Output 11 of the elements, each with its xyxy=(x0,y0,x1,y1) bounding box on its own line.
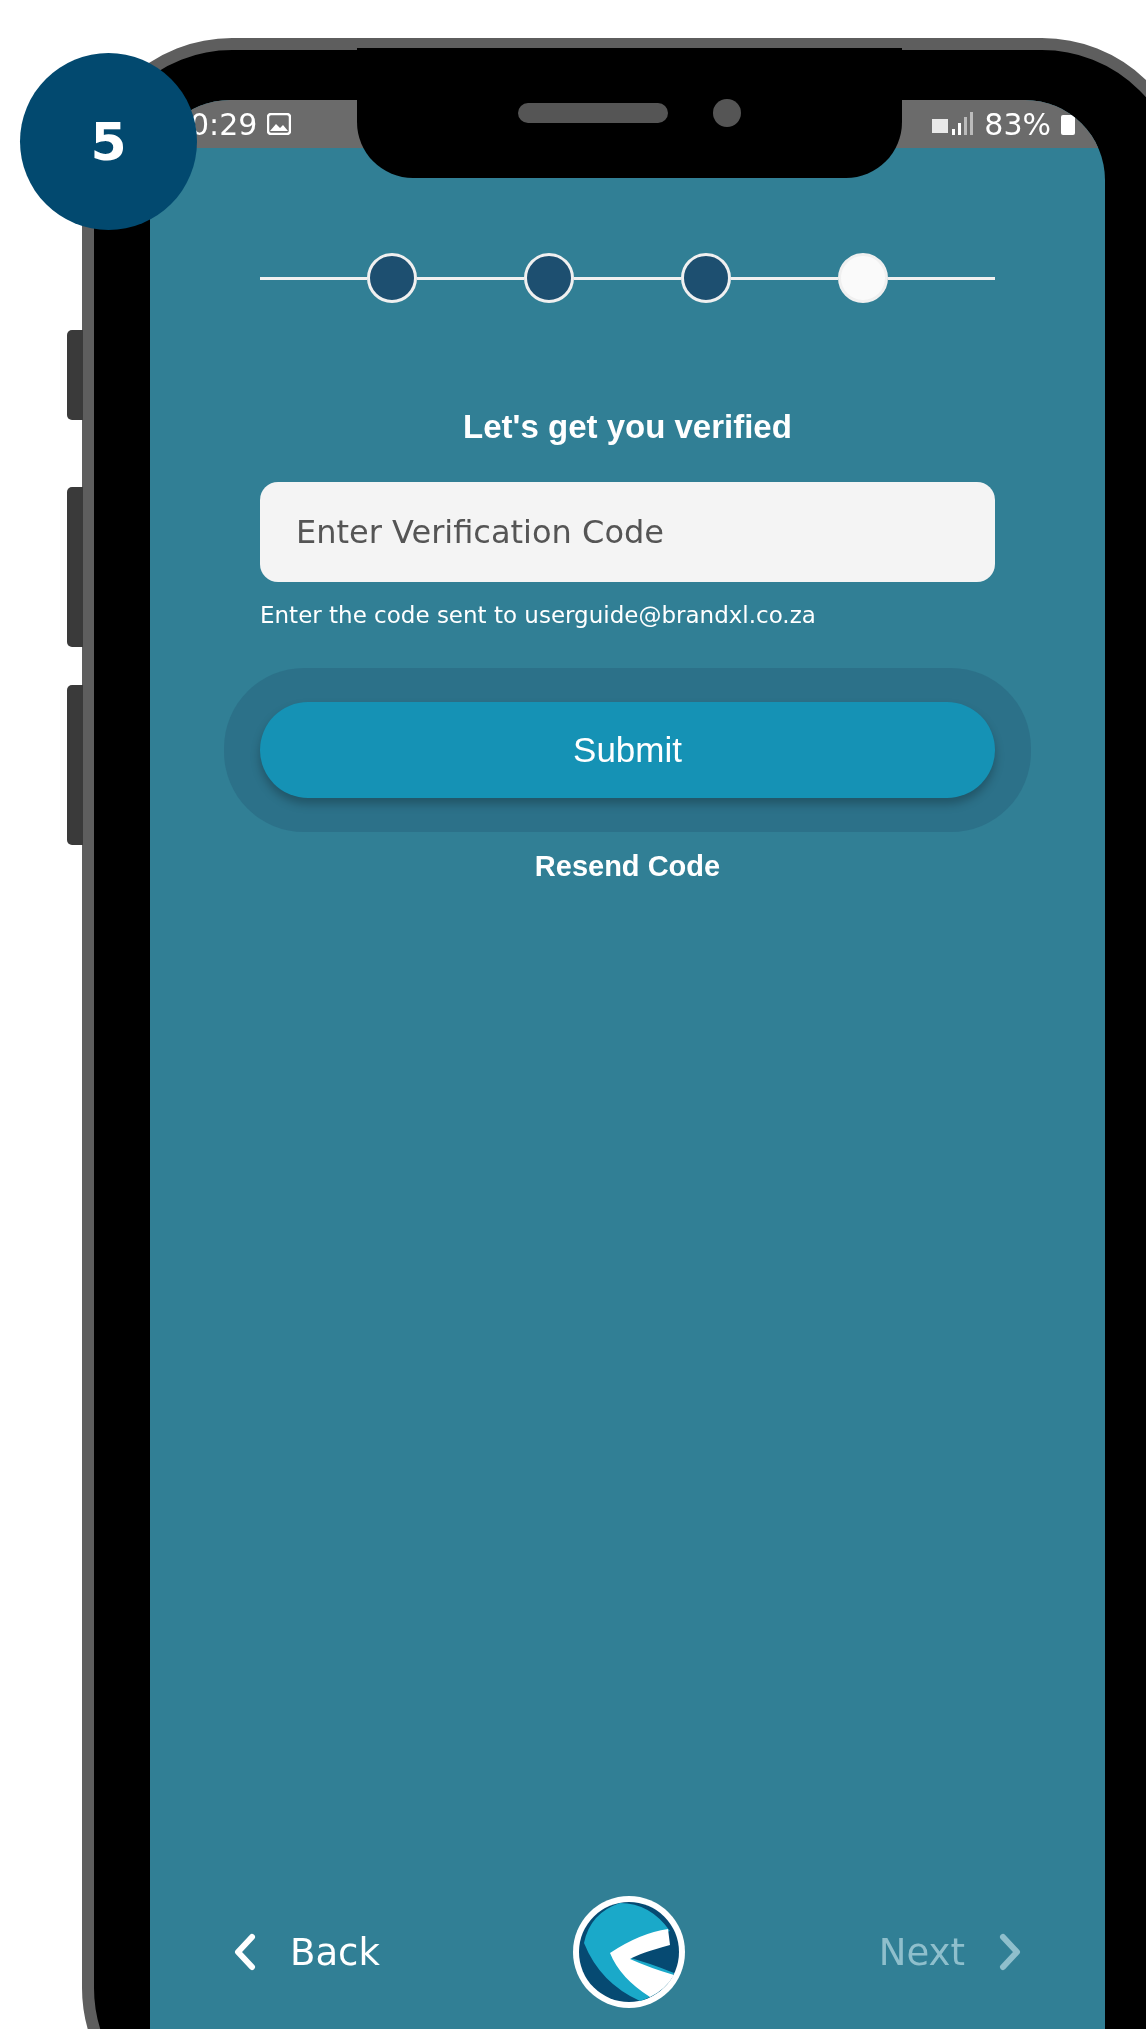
battery-percent: 83% xyxy=(984,106,1051,142)
signal-icon xyxy=(930,111,975,137)
back-button[interactable]: Back xyxy=(230,1930,380,1974)
page-title: Let's get you verified xyxy=(462,408,793,446)
submit-button[interactable]: Submit xyxy=(260,702,995,798)
camera-dot xyxy=(713,99,741,127)
helper-text: Enter the code sent to userguide@brandxl.co.za xyxy=(260,602,817,628)
battery-icon xyxy=(1061,113,1075,135)
image-icon xyxy=(267,113,292,135)
verification-code-field[interactable]: Enter Verification Code xyxy=(260,482,995,582)
resend-code-link[interactable]: Resend Code xyxy=(534,850,721,883)
